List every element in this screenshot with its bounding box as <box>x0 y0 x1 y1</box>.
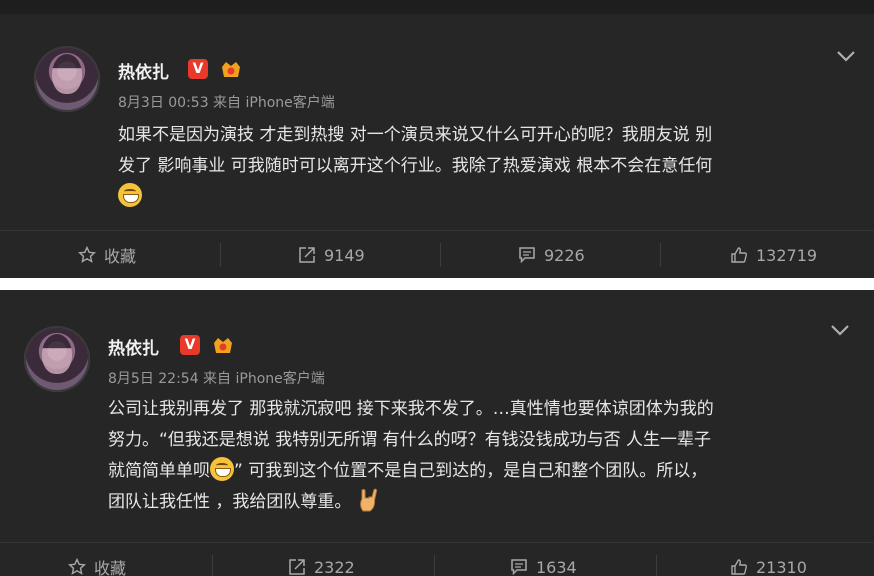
divider <box>440 243 441 267</box>
star-icon <box>68 558 86 575</box>
share-icon <box>299 247 315 263</box>
repost-count: 9149 <box>324 245 365 265</box>
like-count: 132719 <box>756 245 818 265</box>
content-line: 团队让我任性 ，我给团队尊重。 <box>108 492 352 512</box>
weibo-post-card: 热依扎 V 8月3日 00:53 来自 iPhone客户端 如果不是因为演技 才… <box>0 14 874 278</box>
favorite-label: 收藏 <box>94 559 127 576</box>
divider <box>656 555 657 576</box>
verified-badge-icon: V <box>180 335 200 355</box>
comment-button[interactable]: 1634 <box>510 543 577 576</box>
rock-hand-emoji-icon <box>360 488 378 512</box>
post-content: 公司让我别再发了 那我就沉寂吧 接下来我不发了。…真性情也要体谅团体为我的 努力… <box>108 394 714 518</box>
grin-emoji-icon <box>210 457 234 481</box>
content-line: 努力。“但我还是想说 我特别无所谓 有什么的呀？有钱没钱成功与否 人生一辈子 <box>108 430 712 450</box>
weibo-post-card: 热依扎 V 8月5日 22:54 来自 iPhone客户端 公司让我别再发了 那… <box>0 290 874 576</box>
action-bar: 收藏 9149 9226 132719 <box>0 230 874 278</box>
like-button[interactable]: 132719 <box>730 231 817 278</box>
repost-button[interactable]: 2322 <box>288 543 355 576</box>
divider <box>660 243 661 267</box>
content-line: ” 可我到这个位置不是自己到达的，是自己和整个团队。所以， <box>234 461 708 481</box>
repost-button[interactable]: 9149 <box>298 231 365 278</box>
content-line: 公司让我别再发了 那我就沉寂吧 接下来我不发了。…真性情也要体谅团体为我的 <box>108 399 714 419</box>
like-button[interactable]: 21310 <box>730 543 807 576</box>
chevron-down-icon[interactable] <box>830 324 850 336</box>
post-meta: 8月3日 00:53 来自 iPhone客户端 <box>118 95 335 111</box>
verified-badge-icon: V <box>188 59 208 79</box>
share-icon <box>289 559 305 575</box>
repost-count: 2322 <box>314 557 355 576</box>
favorite-button[interactable]: 收藏 <box>68 543 126 576</box>
post-content: 如果不是因为演技 才走到热搜 对一个演员来说又什么可开心的呢？我朋友说 别 发了… <box>118 120 712 213</box>
comment-icon <box>519 247 535 264</box>
gold-member-icon <box>222 62 240 77</box>
content-line: 就简简单单呗 <box>108 461 210 481</box>
comment-icon <box>511 559 527 576</box>
post-meta: 8月5日 22:54 来自 iPhone客户端 <box>108 371 325 387</box>
thumbs-up-icon <box>731 559 747 575</box>
avatar[interactable] <box>34 46 100 112</box>
chevron-down-icon[interactable] <box>836 50 856 62</box>
content-line: 发了 影响事业 可我随时可以离开这个行业。我除了热爱演戏 根本不会在意任何 <box>118 156 713 176</box>
comment-count: 1634 <box>536 557 577 576</box>
like-count: 21310 <box>756 557 807 576</box>
divider <box>212 555 213 576</box>
grin-emoji-icon <box>118 183 142 207</box>
post-separator <box>0 278 874 290</box>
star-icon <box>78 246 96 263</box>
divider <box>220 243 221 267</box>
divider <box>434 555 435 576</box>
content-line: 如果不是因为演技 才走到热搜 对一个演员来说又什么可开心的呢？我朋友说 别 <box>118 125 713 145</box>
comment-button[interactable]: 9226 <box>518 231 585 278</box>
top-strip <box>0 0 874 14</box>
gold-member-icon <box>214 338 232 353</box>
comment-count: 9226 <box>544 245 585 265</box>
thumbs-up-icon <box>731 247 747 263</box>
avatar[interactable] <box>24 326 90 392</box>
favorite-button[interactable]: 收藏 <box>78 231 136 278</box>
user-name[interactable]: 热依扎 <box>108 334 159 359</box>
favorite-label: 收藏 <box>104 247 137 266</box>
user-name[interactable]: 热依扎 <box>118 58 169 83</box>
action-bar: 收藏 2322 1634 21310 <box>0 542 874 576</box>
